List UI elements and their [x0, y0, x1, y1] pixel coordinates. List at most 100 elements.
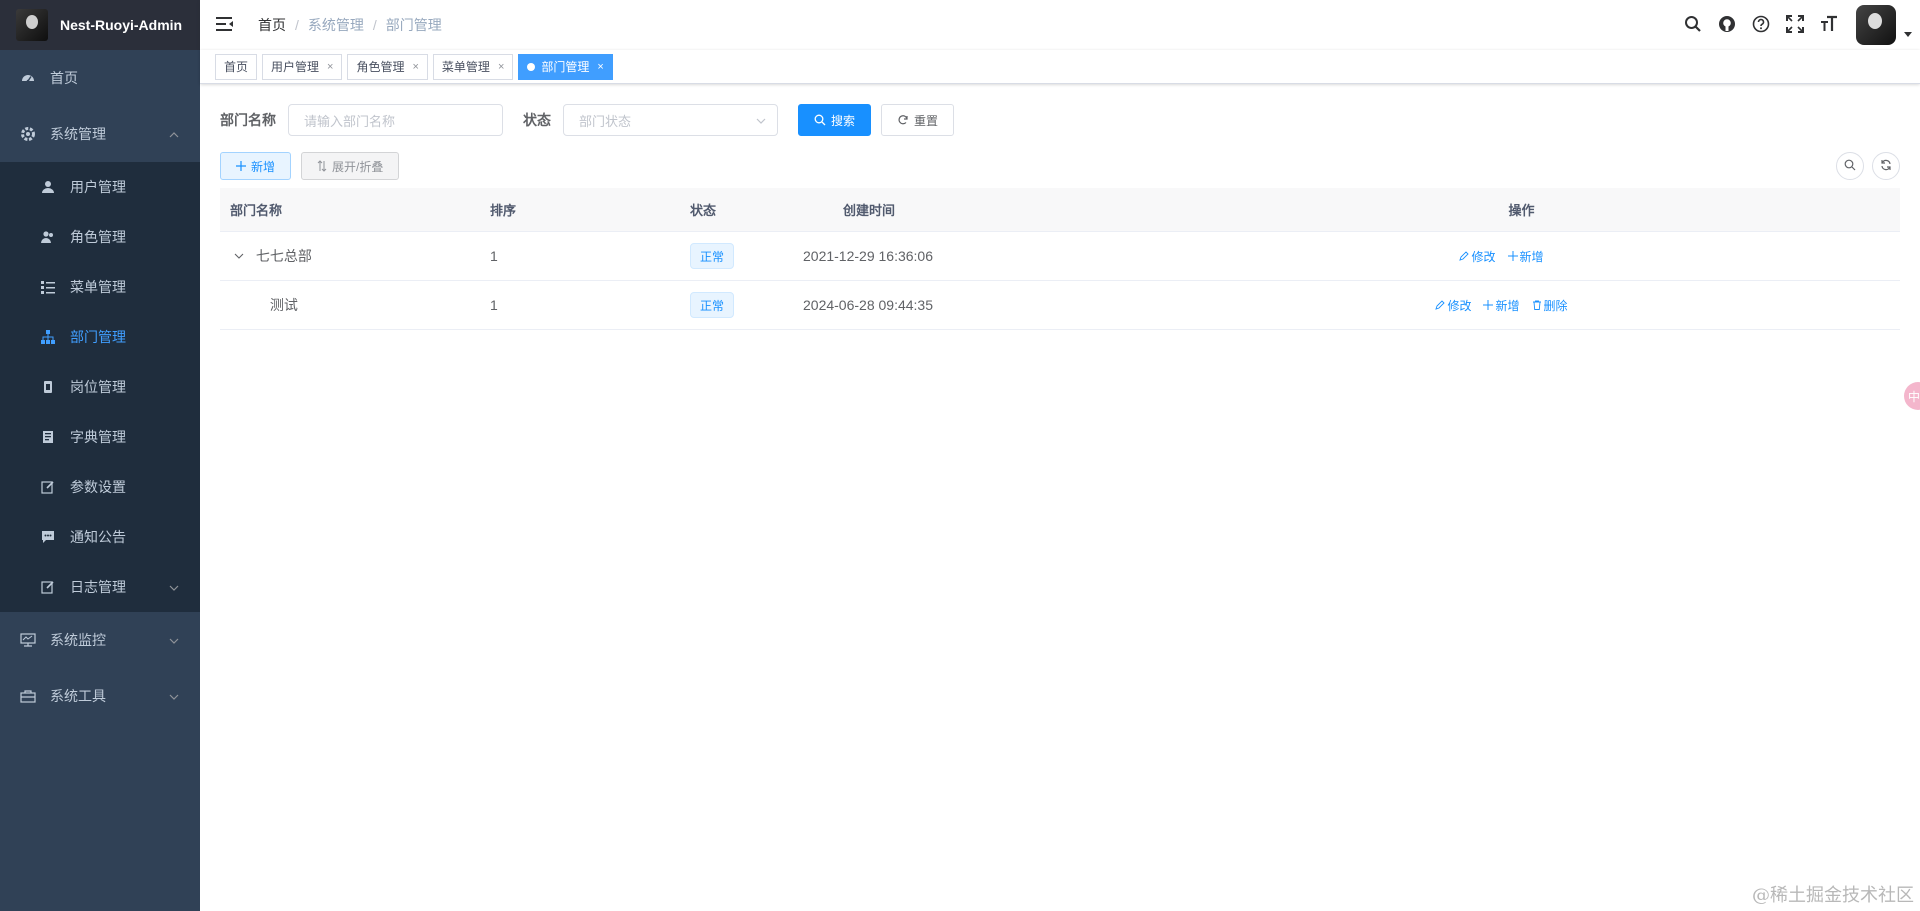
edit-button[interactable]: 修改 [1435, 297, 1471, 314]
post-icon [40, 379, 56, 395]
sidebar-item-tools[interactable]: 系统工具 [0, 668, 200, 724]
navbar: 首页 / 系统管理 / 部门管理 [200, 0, 1920, 50]
monitor-icon [20, 632, 36, 648]
avatar[interactable] [1856, 5, 1896, 45]
close-icon[interactable]: × [327, 61, 333, 73]
sidebar-item-label: 系统工具 [50, 688, 106, 704]
hamburger-button[interactable] [200, 0, 250, 50]
sidebar-item-system[interactable]: 系统管理 [0, 106, 200, 162]
book-icon [40, 429, 56, 445]
sidebar-item-roles[interactable]: 角色管理 [0, 212, 200, 262]
search-form: 部门名称 请输入部门名称 状态 部门状态 搜索 重置 [220, 104, 1900, 136]
expand-button-label: 展开/折叠 [332, 159, 384, 174]
plus-icon [1507, 251, 1518, 261]
close-icon[interactable]: × [498, 61, 504, 73]
tag-users[interactable]: 用户管理 × [262, 53, 343, 80]
add-button-label: 新增 [251, 159, 276, 174]
logo-image [16, 9, 48, 41]
sidebar-item-departments[interactable]: 部门管理 [0, 312, 200, 362]
help-button[interactable] [1744, 0, 1778, 50]
search-button[interactable] [1676, 0, 1710, 50]
edit-button[interactable]: 修改 [1459, 248, 1496, 265]
sidebar-item-monitor[interactable]: 系统监控 [0, 612, 200, 668]
toggle-search-button[interactable] [1836, 152, 1864, 180]
table-header: 部门名称 排序 状态 创建时间 操作 [220, 188, 1900, 232]
toolbox-icon [20, 688, 36, 704]
add-child-button[interactable]: 新增 [1483, 297, 1520, 314]
dashboard-icon [20, 70, 36, 86]
sidebar-item-menus[interactable]: 菜单管理 [0, 262, 200, 312]
edit-label: 修改 [1447, 298, 1472, 313]
list-icon [40, 279, 56, 295]
reset-button-label: 重置 [914, 113, 939, 128]
expand-collapse-button[interactable]: 展开/折叠 [301, 152, 400, 180]
add-child-button[interactable]: 新增 [1507, 248, 1544, 265]
dept-name-placeholder: 请输入部门名称 [304, 113, 396, 129]
dept-name-label: 部门名称 [220, 112, 276, 128]
navbar-right [1676, 0, 1920, 50]
table-row: 测试 1 正常 2024-06-28 09:44:35 修改 新增 删除 [220, 281, 1900, 330]
tag-roles[interactable]: 角色管理 × [347, 53, 428, 80]
sidebar-item-config[interactable]: 参数设置 [0, 462, 200, 512]
tag-departments[interactable]: 部门管理 × [518, 53, 613, 80]
cell-dept-name: 七七总部 [220, 246, 480, 266]
breadcrumb-separator: / [295, 17, 299, 33]
add-button[interactable]: 新增 [220, 152, 292, 180]
edit-label: 修改 [1471, 249, 1496, 264]
sidebar-item-users[interactable]: 用户管理 [0, 162, 200, 212]
plus-icon [236, 161, 246, 171]
dept-name: 七七总部 [255, 248, 312, 264]
refresh-icon [1880, 158, 1892, 174]
breadcrumb-home[interactable]: 首页 [258, 15, 286, 35]
chevron-up-icon [168, 128, 180, 140]
sidebar-logo[interactable]: Nest-Ruoyi-Admin [0, 0, 200, 50]
breadcrumb: 首页 / 系统管理 / 部门管理 [258, 15, 442, 35]
sidebar-item-home[interactable]: 首页 [0, 50, 200, 106]
edit-icon [1435, 300, 1446, 310]
github-button[interactable] [1710, 0, 1744, 50]
dept-name: 测试 [269, 297, 298, 313]
table-toolbar: 新增 展开/折叠 [220, 152, 1900, 180]
close-icon[interactable]: × [412, 61, 418, 73]
floating-input-badge[interactable]: 中 [1904, 382, 1920, 410]
status-select[interactable]: 部门状态 [563, 104, 778, 136]
sidebar-item-logs[interactable]: 日志管理 [0, 562, 200, 612]
sidebar-item-label: 系统监控 [50, 632, 106, 648]
search-icon [1844, 158, 1856, 174]
gear-icon [20, 126, 36, 142]
close-icon[interactable]: × [597, 61, 603, 73]
system-submenu: 用户管理 角色管理 菜单管理 部门管理 岗位管理 字典管理 参数设置 通知公告 … [0, 162, 200, 612]
fullscreen-button[interactable] [1778, 0, 1812, 50]
sidebar-item-label: 日志管理 [70, 579, 126, 595]
sidebar-item-label: 参数设置 [70, 479, 126, 495]
sidebar-item-label: 岗位管理 [70, 379, 126, 395]
status-badge: 正常 [690, 292, 735, 318]
cell-actions: 修改 新增 删除 [1103, 297, 1900, 314]
edit-icon [1459, 251, 1470, 261]
trash-icon [1532, 300, 1541, 310]
delete-button[interactable]: 删除 [1532, 297, 1568, 314]
watermark: @稀土掘金技术社区 [1752, 885, 1914, 906]
reset-button[interactable]: 重置 [881, 104, 955, 136]
sidebar-item-dicts[interactable]: 字典管理 [0, 412, 200, 462]
add-label: 新增 [1495, 298, 1520, 313]
status-placeholder: 部门状态 [579, 113, 632, 129]
dept-name-input[interactable]: 请输入部门名称 [288, 104, 503, 136]
column-header: 创建时间 [843, 200, 1143, 219]
breadcrumb-current: 部门管理 [385, 17, 442, 33]
tag-menus[interactable]: 菜单管理 × [432, 53, 514, 80]
expand-icon[interactable] [234, 251, 246, 261]
tree-icon [40, 329, 56, 345]
tag-label: 角色管理 [356, 60, 405, 74]
sidebar-item-label: 菜单管理 [70, 279, 126, 295]
search-button[interactable]: 搜索 [798, 104, 872, 136]
sidebar-item-notice[interactable]: 通知公告 [0, 512, 200, 562]
cell-created: 2021-12-29 16:36:06 [803, 248, 933, 264]
tag-label: 用户管理 [271, 60, 320, 74]
column-header: 部门名称 [230, 203, 283, 218]
sidebar-item-posts[interactable]: 岗位管理 [0, 362, 200, 412]
tag-home[interactable]: 首页 [215, 53, 258, 80]
refresh-button[interactable] [1872, 152, 1900, 180]
caret-down-icon[interactable] [1896, 0, 1920, 50]
font-size-button[interactable] [1812, 0, 1846, 50]
